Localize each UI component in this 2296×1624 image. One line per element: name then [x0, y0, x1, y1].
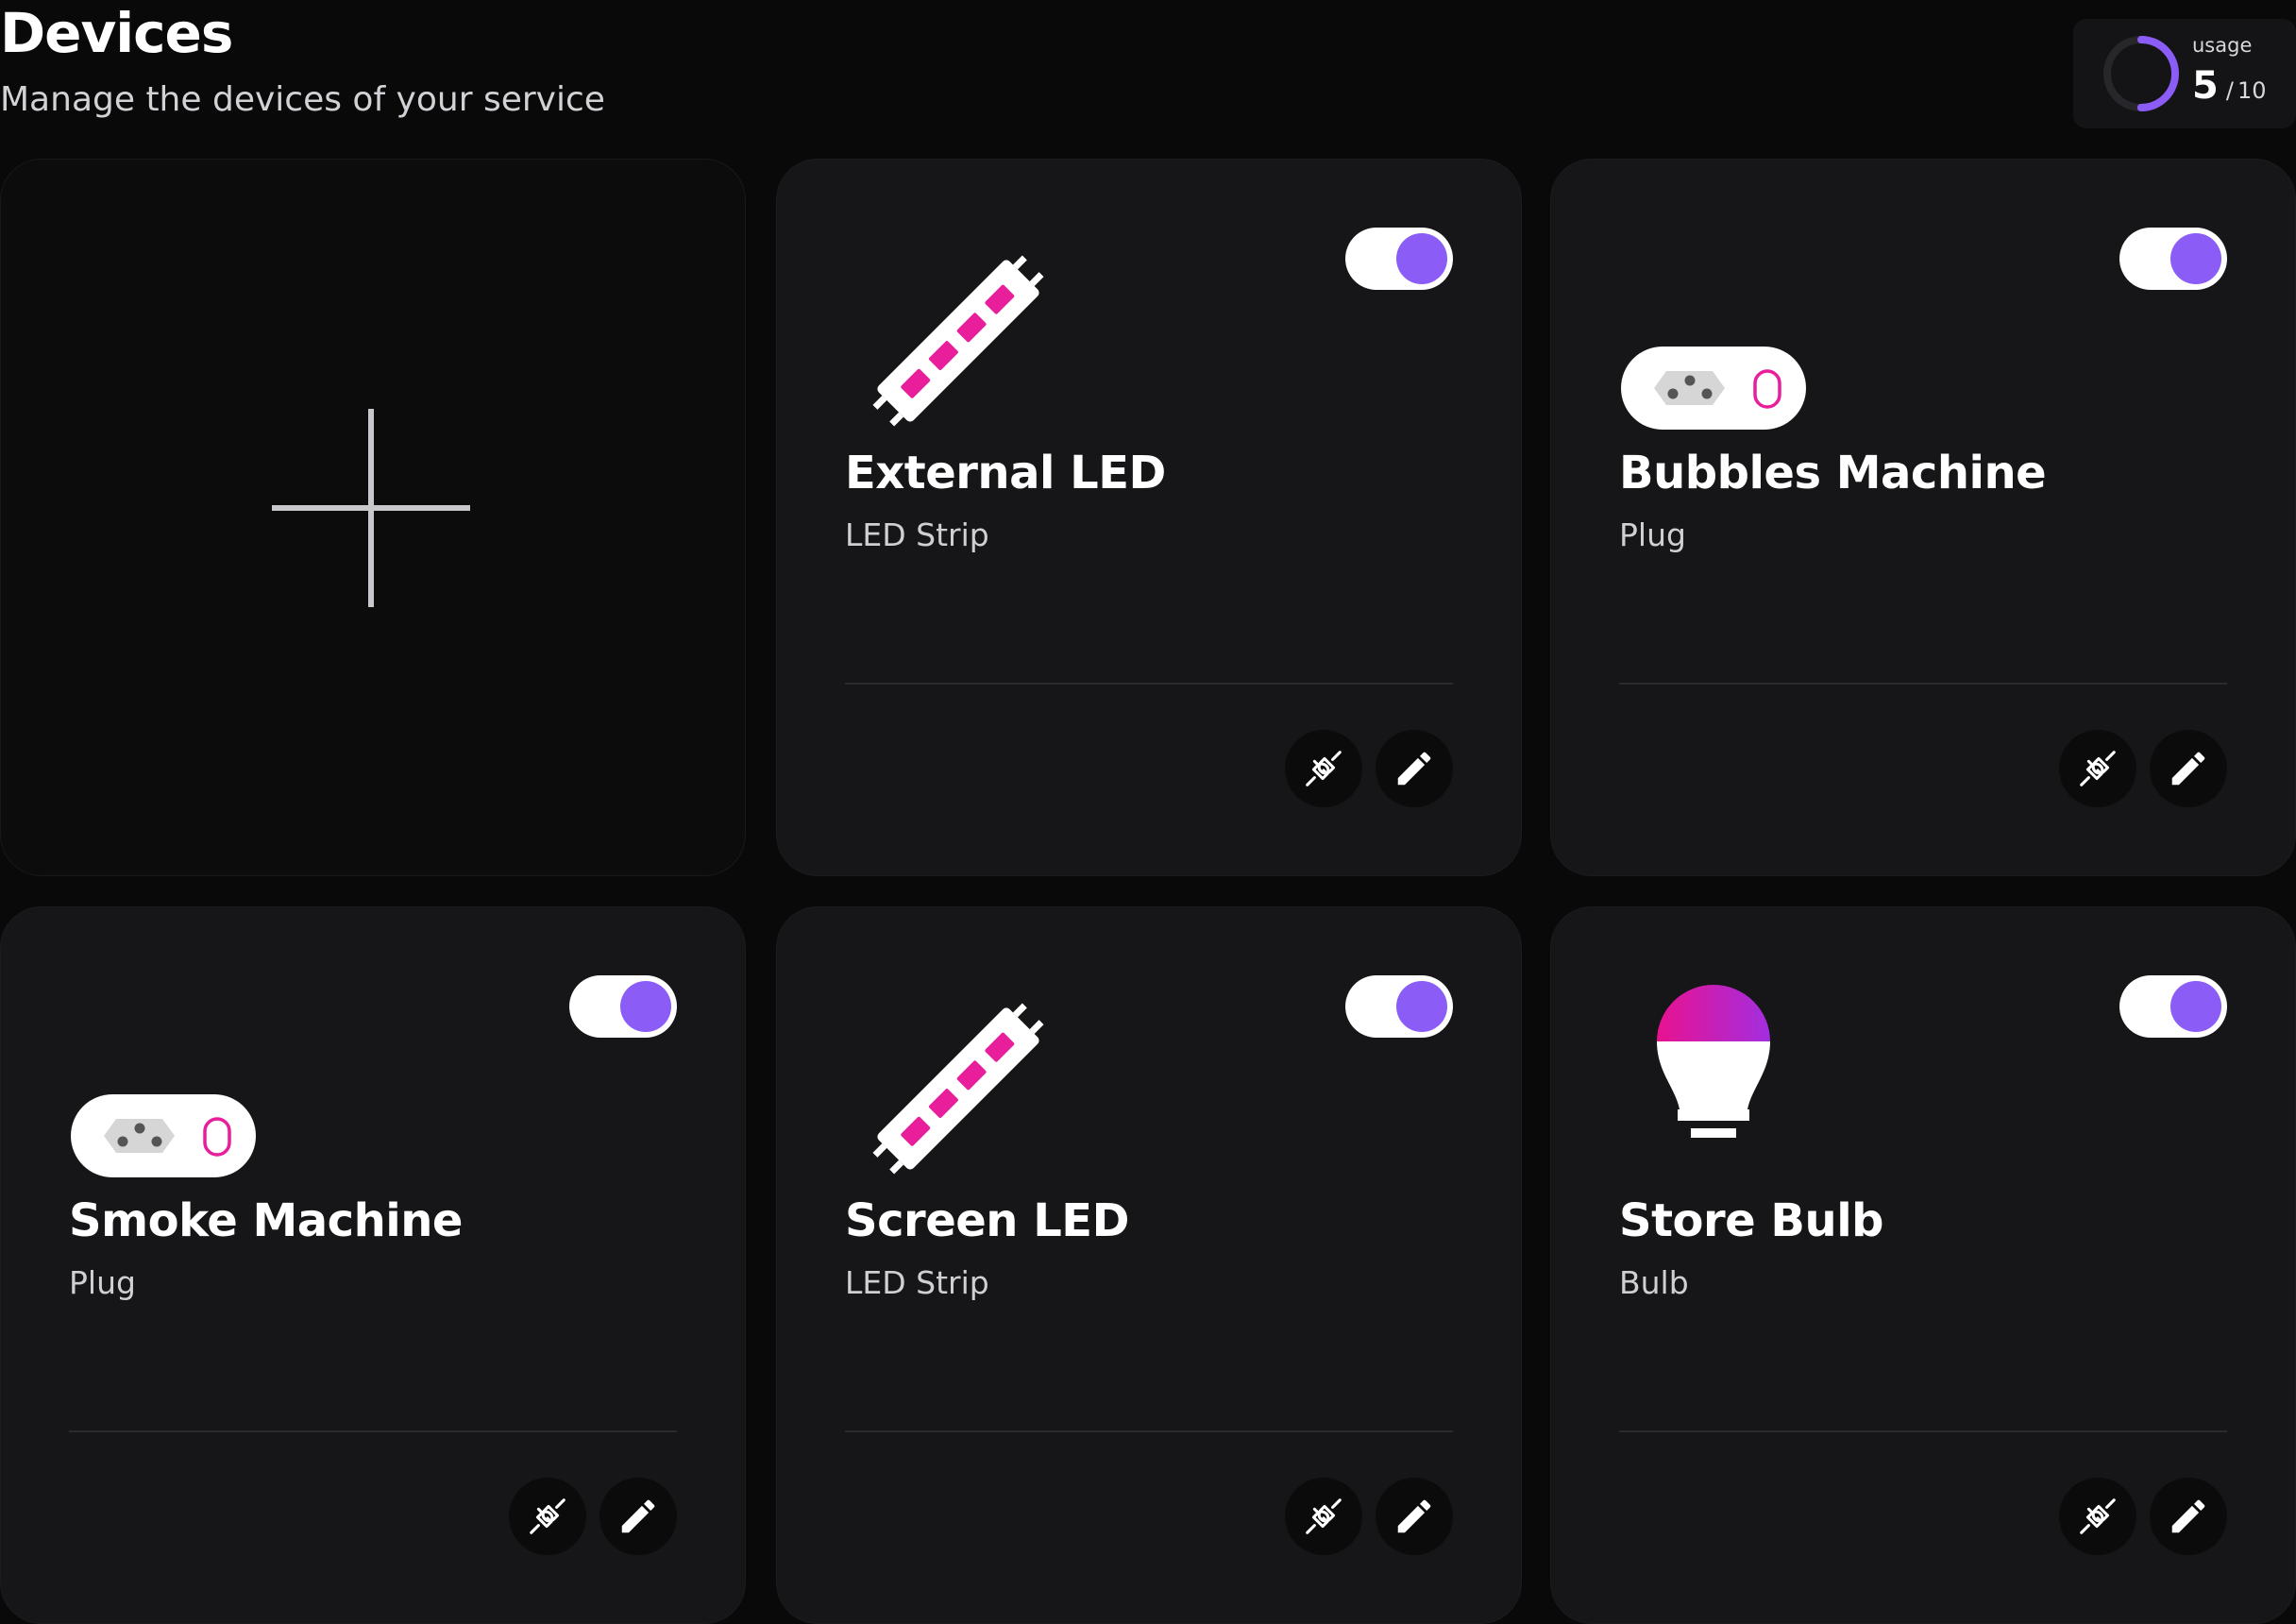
plus-icon	[272, 409, 470, 607]
page-subtitle: Manage the devices of your service	[0, 80, 605, 119]
usage-widget: usage 5/10	[2073, 19, 2296, 128]
device-card: Smoke Machine Plug	[0, 906, 746, 1624]
edit-button[interactable]	[1376, 1478, 1453, 1555]
device-name: Bubbles Machine	[1619, 447, 2047, 499]
device-type: Plug	[69, 1264, 136, 1301]
plug-icon	[1621, 347, 1806, 430]
led-strip-icon	[872, 1003, 1044, 1175]
plug-connection-icon	[2080, 751, 2116, 787]
devices-page: Devices Manage the devices of your servi…	[0, 0, 2296, 1624]
device-type: LED Strip	[845, 1264, 989, 1301]
connect-button[interactable]	[509, 1478, 586, 1555]
connect-button[interactable]	[1285, 1478, 1362, 1555]
divider	[1619, 1430, 2227, 1432]
usage-label: usage	[2192, 34, 2253, 57]
device-toggle[interactable]	[2119, 975, 2227, 1038]
edit-button[interactable]	[2150, 1478, 2227, 1555]
bulb-icon	[1657, 985, 1770, 1138]
edit-button[interactable]	[1376, 730, 1453, 807]
add-device-card[interactable]	[0, 159, 746, 876]
connect-button[interactable]	[2059, 1478, 2136, 1555]
device-card: Bubbles Machine Plug	[1550, 159, 2296, 876]
connect-button[interactable]	[1285, 730, 1362, 807]
toggle-knob	[620, 981, 671, 1032]
plug-connection-icon	[530, 1498, 566, 1534]
edit-button[interactable]	[2150, 730, 2227, 807]
usage-current: 5	[2192, 64, 2219, 108]
toggle-knob	[2170, 233, 2221, 284]
device-type: LED Strip	[845, 516, 989, 553]
device-name: Screen LED	[845, 1194, 1129, 1247]
device-name: Smoke Machine	[69, 1194, 463, 1247]
page-title: Devices	[0, 1, 233, 65]
pencil-icon	[1397, 752, 1431, 786]
toggle-knob	[1396, 981, 1447, 1032]
device-toggle[interactable]	[1345, 975, 1453, 1038]
connect-button[interactable]	[2059, 730, 2136, 807]
edit-button[interactable]	[599, 1478, 677, 1555]
device-card: External LED LED Strip	[776, 159, 1522, 876]
device-name: Store Bulb	[1619, 1194, 1884, 1247]
toggle-knob	[1396, 233, 1447, 284]
plug-icon	[71, 1094, 256, 1177]
pencil-icon	[2171, 1499, 2205, 1533]
device-toggle[interactable]	[2119, 228, 2227, 290]
plug-connection-icon	[1306, 1498, 1342, 1534]
divider	[845, 683, 1453, 685]
led-strip-icon	[872, 255, 1044, 427]
device-type: Bulb	[1619, 1264, 1689, 1301]
usage-max: 10	[2237, 77, 2267, 104]
device-toggle[interactable]	[569, 975, 677, 1038]
device-card: Screen LED LED Strip	[776, 906, 1522, 1624]
usage-ring-icon	[2103, 36, 2179, 111]
pencil-icon	[1397, 1499, 1431, 1533]
device-type: Plug	[1619, 516, 1686, 553]
usage-value: 5/10	[2192, 64, 2266, 108]
device-card: Store Bulb Bulb	[1550, 906, 2296, 1624]
plug-connection-icon	[1306, 751, 1342, 787]
device-toggle[interactable]	[1345, 228, 1453, 290]
pencil-icon	[621, 1499, 655, 1533]
divider	[1619, 683, 2227, 685]
pencil-icon	[2171, 752, 2205, 786]
plug-connection-icon	[2080, 1498, 2116, 1534]
divider	[69, 1430, 677, 1432]
divider	[845, 1430, 1453, 1432]
usage-separator: /	[2225, 77, 2234, 104]
device-name: External LED	[845, 447, 1166, 499]
toggle-knob	[2170, 981, 2221, 1032]
